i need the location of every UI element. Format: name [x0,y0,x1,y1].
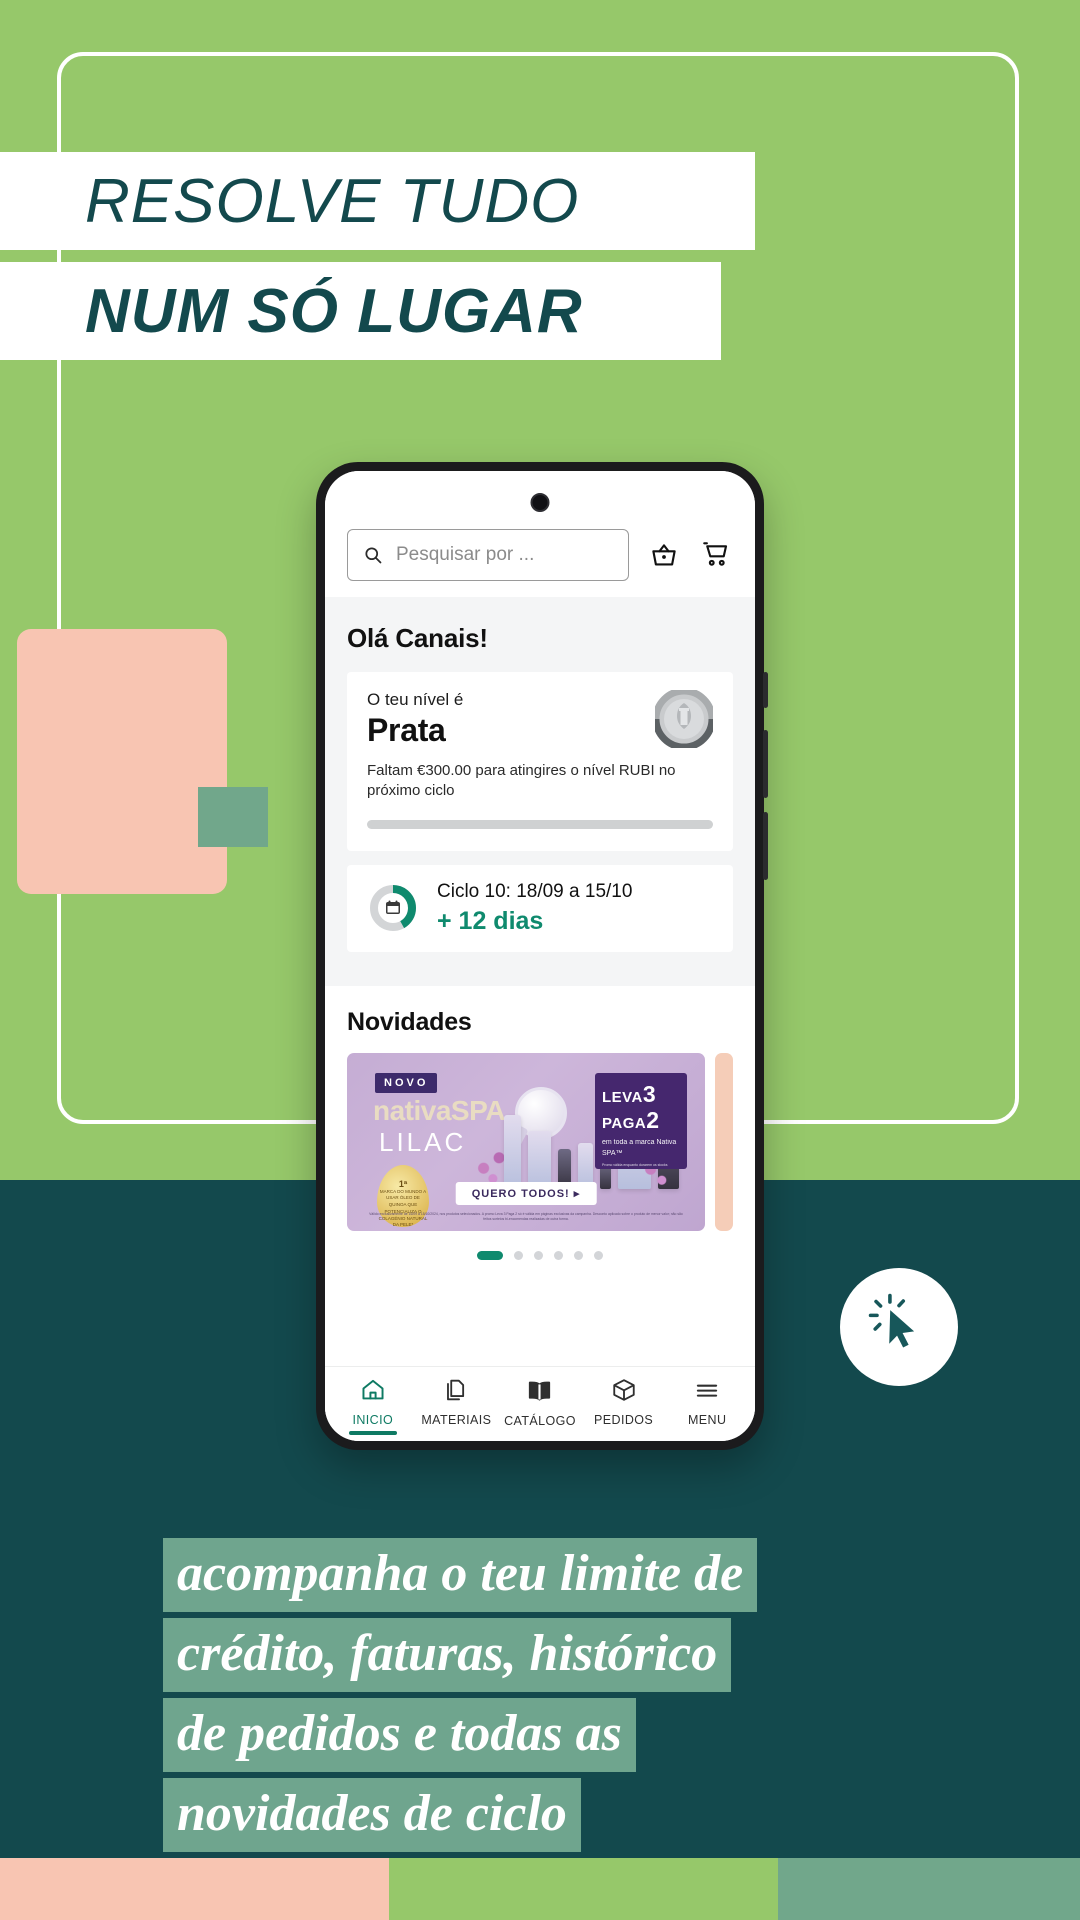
phone-button-power [763,812,768,880]
cursor-click-icon [866,1292,932,1363]
promo-line: LILAC [379,1126,467,1157]
decorative-peach-block [17,629,227,894]
quote-line-2: crédito, faturas, histórico [163,1618,732,1692]
nav-item-pedidos[interactable]: PEDIDOS [582,1377,666,1435]
phone-screen: Pesquisar por ... Olá Canais! O teu níve… [325,471,755,1441]
app-content: Olá Canais! O teu nível é Prata Faltam €… [325,597,755,1367]
documents-icon [443,1377,469,1408]
product-bottle [503,1114,521,1189]
promo-offer-sub: em toda a marca Nativa SPA™ [602,1139,677,1157]
promo-legal-text: Válido exclusivamente de 16/09 a 15/10/2… [369,1211,683,1222]
nav-item-materiais[interactable]: MATERIAIS [415,1377,499,1435]
level-progress-bar [367,819,713,829]
promo-paga-number: 2 [646,1106,660,1133]
nav-item-catalogo[interactable]: CATÁLOGO [498,1377,582,1436]
nav-label-catalogo: CATÁLOGO [504,1414,576,1428]
cycle-card[interactable]: Ciclo 10: 18/09 a 15/10 + 12 dias [347,864,733,952]
bottom-navigation: INICIO MATERIAIS CATÁLOGO PEDIDOS MENU [325,1367,755,1441]
basket-icon[interactable] [647,538,681,572]
quote-line-4: novidades de ciclo [163,1778,581,1852]
level-card[interactable]: O teu nível é Prata Faltam €300.00 para … [347,672,733,851]
front-camera [530,493,550,512]
poster-canvas: RESOLVE TUDO NUM SÓ LUGAR Pesquisar por … [0,0,1080,1920]
book-icon [526,1377,553,1409]
carousel-dot-6[interactable] [594,1250,603,1260]
bottom-color-strip [0,1858,1080,1920]
promo-offer-fine: Promo válida enquanto durarem os stocks [602,1162,668,1167]
calendar-icon [386,900,400,914]
decorative-sage-block [198,787,268,847]
promo-leva-number: 3 [642,1080,657,1107]
carousel-dot-1[interactable] [477,1250,503,1260]
cycle-days-left: + 12 dias [437,906,544,935]
search-icon [362,544,384,566]
headline-band-1: RESOLVE TUDO [0,152,755,250]
promo-cta-button[interactable]: QUERO TODOS! ▸ [455,1181,597,1205]
phone-button-mute [763,672,768,708]
promo-offer-box: LEVA3 PAGA2 em toda a marca Nativa SPA™ … [595,1072,687,1169]
cycle-progress-donut [367,882,419,934]
news-section-title: Novidades [347,1007,472,1036]
carousel-dot-5[interactable] [574,1250,583,1260]
phone-button-volume [763,730,768,798]
headline-band-2: NUM SÓ LUGAR [0,262,721,360]
cycle-title: Ciclo 10: 18/09 a 15/10 [437,880,633,902]
promo-paga-label: PAGA [602,1114,647,1132]
carousel-dot-3[interactable] [534,1250,543,1260]
search-input[interactable]: Pesquisar por ... [347,529,629,581]
nav-label-menu: MENU [687,1413,727,1427]
nav-label-inicio: INICIO [352,1413,394,1427]
home-icon [360,1377,386,1408]
app-header: Pesquisar por ... [325,471,755,597]
click-badge [840,1268,958,1386]
hamburger-icon [694,1377,720,1408]
strip-segment-sage [777,1858,1080,1920]
nav-item-inicio[interactable]: INICIO [331,1377,415,1435]
quote-block: acompanha o teu limite de crédito, fatur… [163,1538,963,1858]
promo-banner[interactable]: NOVO nativaSPA LILAC 1ª MARCA DO MUNDO A… [347,1052,705,1231]
promo-next-slide-peek[interactable] [715,1052,733,1231]
strip-segment-peach [0,1858,389,1920]
quote-line-1: acompanha o teu limite de [163,1538,758,1612]
strip-segment-green [388,1858,778,1920]
package-icon [611,1377,637,1408]
carousel-dot-2[interactable] [514,1250,523,1260]
carousel-dot-4[interactable] [554,1250,563,1260]
carousel-dots [325,1231,755,1260]
phone-mockup: Pesquisar por ... Olá Canais! O teu níve… [316,462,768,1450]
search-placeholder: Pesquisar por ... [396,544,535,565]
quote-line-3: de pedidos e todas as [163,1698,636,1772]
cart-icon[interactable] [699,538,733,572]
promo-carousel: NOVO nativaSPA LILAC 1ª MARCA DO MUNDO A… [325,1052,755,1231]
silver-medal-icon [652,687,716,751]
news-section: Novidades NOVO nativaSPA LILAC 1ª MARCA … [325,985,755,1367]
headline-line-1: RESOLVE TUDO [85,166,580,236]
promo-leva-label: LEVA [602,1088,643,1106]
nav-label-materiais: MATERIAIS [421,1413,492,1427]
promo-new-tag: NOVO [375,1072,438,1093]
promo-rank-text: MARCA DO MUNDO A USAR ÓLEO DE QUINOA QUE… [378,1188,428,1228]
product-tube [527,1130,551,1189]
greeting-text: Olá Canais! [347,623,488,653]
nav-item-menu[interactable]: MENU [665,1377,749,1435]
headline-line-2: NUM SÓ LUGAR [85,276,583,346]
nav-label-pedidos: PEDIDOS [594,1413,654,1427]
level-description: Faltam €300.00 para atingires o nível RU… [367,762,676,800]
promo-rank-number: 1ª [398,1178,408,1189]
